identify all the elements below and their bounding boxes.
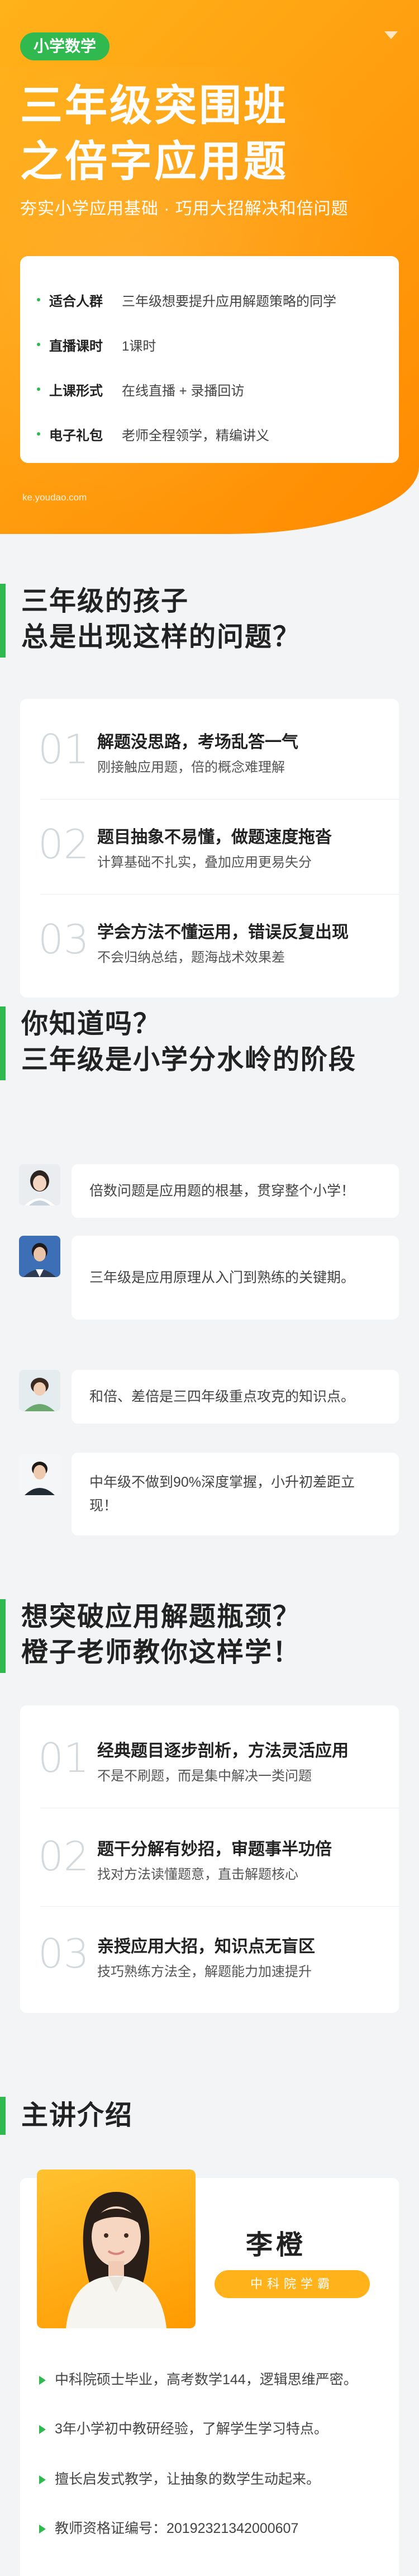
teacher-point-text: 教师资格证编号：20192321342000607	[55, 2521, 299, 2536]
course-info-card: 适合人群 三年级想要提升应用解题策略的同学 直播课时 1课时 上课形式 在线直播…	[20, 256, 399, 463]
item-title: 学会方法不懂运用，错误反复出现	[97, 923, 349, 942]
list-item: 02 题目抽象不易懂，做题速度拖沓 计算基础不扎实，叠加应用更易失分	[20, 800, 399, 895]
section-title-line-1: 想突破应用解题瓶颈？	[21, 1602, 301, 1632]
item-title: 亲授应用大招，知识点无盲区	[97, 1937, 315, 1956]
item-title: 解题没思路，考场乱答一气	[97, 733, 298, 751]
info-value: 三年级想要提升应用解题策略的同学	[122, 294, 336, 309]
info-key: 适合人群	[49, 294, 103, 309]
title-line-1: 三年级突围班	[20, 82, 288, 130]
info-key: 直播课时	[49, 338, 103, 354]
teacher-badge: 中科院学霸	[215, 2270, 370, 2298]
info-key: 电子礼包	[49, 428, 103, 443]
section-title-line-2: 总是出现这样的问题？	[21, 622, 301, 652]
problems-card: 01 解题没思路，考场乱答一气 刚接触应用题，倍的概念难理解 02 题目抽象不易…	[20, 699, 399, 998]
section-title-method: 想突破应用解题瓶颈？ 橙子老师教你这样学！	[21, 1599, 301, 1671]
bullet-dot-icon	[37, 343, 40, 346]
item-title: 题目抽象不易懂，做题速度拖沓	[97, 828, 332, 847]
item-desc: 计算基础不扎实，叠加应用更易失分	[97, 855, 312, 870]
info-row-hours: 直播课时 1课时	[37, 322, 399, 367]
list-item: 02 题干分解有妙招，审题事半功倍 找对方法读懂题意，直击解题核心	[20, 1812, 399, 1907]
info-row-audience: 适合人群 三年级想要提升应用解题策略的同学	[37, 277, 399, 322]
info-value: 1课时	[122, 338, 156, 354]
teacher-point-text: 中科院硕士毕业，高考数学144，逻辑思维严密。	[55, 2372, 358, 2388]
avatar	[19, 1164, 60, 1206]
fact-bubble: 倍数问题是应用题的根基，贯穿整个小学！	[72, 1164, 399, 1218]
teacher-point-text: 擅长启发式教学，让抽象的数学生动起来。	[55, 2471, 321, 2487]
page-subtitle: 夯实小学应用基础 · 巧用大招解决和倍问题	[20, 200, 349, 218]
item-number: 02	[38, 821, 89, 868]
avatar	[19, 1454, 60, 1495]
item-desc: 技巧熟练方法全，解题能力加速提升	[97, 1964, 312, 1979]
item-number: 01	[38, 1734, 89, 1781]
teacher-photo	[37, 2169, 196, 2328]
list-item: 01 解题没思路，考场乱答一气 刚接触应用题，倍的概念难理解	[20, 705, 399, 800]
item-number: 03	[38, 1930, 89, 1977]
item-desc: 刚接触应用题，倍的概念难理解	[97, 760, 285, 775]
info-row-format: 上课形式 在线直播 + 录播回访	[37, 367, 399, 412]
info-value: 老师全程领学，精编讲义	[122, 428, 269, 443]
bullet-triangle-icon	[39, 2425, 46, 2435]
teacher-point: 教师资格证编号：20192321342000607	[39, 2517, 298, 2537]
fact-bubble: 和倍、差倍是三四年级重点攻克的知识点。	[72, 1370, 399, 1424]
avatar	[19, 1370, 60, 1411]
section-accent-bar	[0, 584, 6, 658]
item-desc: 不是不刷题，而是集中解决一类问题	[97, 1769, 312, 1784]
fact-bubble: 三年级是应用原理从入门到熟练的关键期。	[72, 1236, 399, 1320]
bullet-dot-icon	[37, 298, 40, 301]
avatar	[19, 1236, 60, 1277]
hero-banner: 小学数学 三年级突围班 之倍字应用题 夯实小学应用基础 · 巧用大招解决和倍问题…	[0, 0, 419, 534]
info-value: 在线直播 + 录播回访	[122, 383, 245, 399]
item-title: 题干分解有妙招，审题事半功倍	[97, 1840, 332, 1859]
divider	[40, 1906, 399, 1907]
fact-bubble: 中年级不做到90%深度掌握，小升初差距立现！	[72, 1453, 399, 1535]
bullet-triangle-icon	[39, 2475, 46, 2485]
section-accent-bar	[0, 1006, 6, 1080]
section-accent-bar	[0, 1599, 6, 1673]
item-desc: 找对方法读懂题意，直击解题核心	[97, 1867, 298, 1882]
subject-tag: 小学数学	[20, 32, 110, 60]
section-title-line-2: 三年级是小学分水岭的阶段	[21, 1045, 357, 1075]
section-title-teacher: 主讲介绍	[21, 2101, 134, 2130]
site-domain: ke.youdao.com	[22, 492, 87, 503]
item-desc: 不会归纳总结，题海战术效果差	[97, 950, 285, 965]
section-title-problems: 三年级的孩子 总是出现这样的问题？	[21, 584, 301, 655]
list-item: 01 经典题目逐步剖析，方法灵活应用 不是不刷题，而是集中解决一类问题	[20, 1713, 399, 1808]
section-title-line-1: 三年级的孩子	[21, 587, 189, 616]
page-title: 三年级突围班 之倍字应用题	[20, 78, 288, 190]
item-number: 03	[38, 916, 89, 963]
bullet-dot-icon	[37, 387, 40, 391]
dropdown-triangle-icon[interactable]	[384, 31, 398, 39]
title-line-2: 之倍字应用题	[20, 138, 288, 186]
section-title-stage: 你知道吗？ 三年级是小学分水岭的阶段	[21, 1006, 356, 1078]
item-number: 02	[38, 1833, 89, 1880]
section-accent-bar	[0, 2097, 6, 2135]
bullet-triangle-icon	[39, 2376, 46, 2385]
section-title-line-1: 你知道吗？	[21, 1009, 161, 1039]
bullet-dot-icon	[37, 432, 40, 436]
teacher-point: 擅长启发式教学，让抽象的数学生动起来。	[39, 2468, 320, 2488]
item-title: 经典题目逐步剖析，方法灵活应用	[97, 1742, 349, 1760]
teacher-point-text: 3年小学初中教研经验，了解学生学习特点。	[55, 2421, 328, 2437]
teacher-point: 3年小学初中教研经验，了解学生学习特点。	[39, 2418, 328, 2438]
item-number: 01	[38, 726, 89, 773]
list-item: 03 亲授应用大招，知识点无盲区 技巧熟练方法全，解题能力加速提升	[20, 1909, 399, 2004]
section-title-line-2: 橙子老师教你这样学！	[21, 1638, 301, 1667]
bullet-triangle-icon	[39, 2525, 46, 2534]
info-key: 上课形式	[49, 383, 103, 399]
info-row-gift: 电子礼包 老师全程领学，精编讲义	[37, 412, 399, 456]
methods-card: 01 经典题目逐步剖析，方法灵活应用 不是不刷题，而是集中解决一类问题 02 题…	[20, 1705, 399, 2013]
teacher-name: 李橙	[246, 2230, 307, 2260]
teacher-point: 中科院硕士毕业，高考数学144，逻辑思维严密。	[39, 2369, 358, 2389]
list-item: 03 学会方法不懂运用，错误反复出现 不会归纳总结，题海战术效果差	[20, 895, 399, 990]
